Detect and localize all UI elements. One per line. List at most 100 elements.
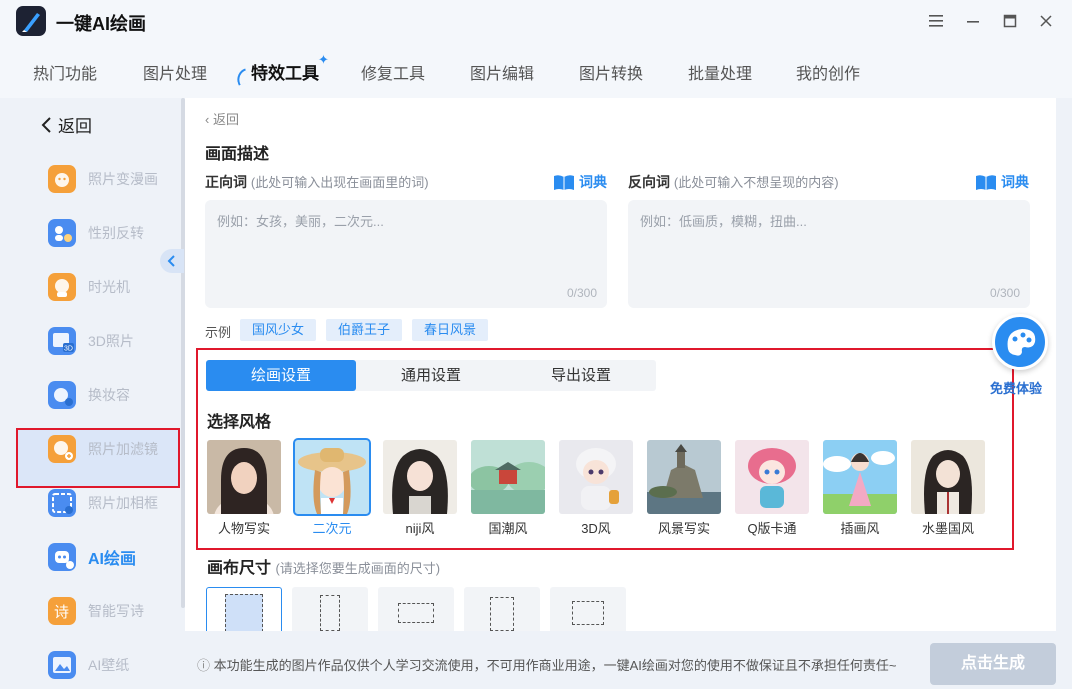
sidebar-item-frame[interactable]: 照片加相框	[48, 486, 178, 520]
chevron-left-icon	[41, 116, 51, 133]
tab-general-settings[interactable]: 通用设置	[356, 360, 506, 391]
maximize-icon[interactable]	[997, 8, 1023, 34]
sidebar-item-label: 智能写诗	[88, 603, 144, 619]
free-trial-label: 免费体验	[990, 381, 1043, 396]
examples-label: 示例	[205, 325, 232, 340]
style-option-3d[interactable]: 3D风	[559, 440, 633, 537]
app-title: 一键AI绘画	[56, 14, 146, 34]
sidebar-item-label: 照片加相框	[88, 495, 158, 511]
positive-prompt-input[interactable]: 例如：女孩，美丽，二次元... 0/300	[205, 200, 607, 308]
sparkle-icon: ✦	[318, 52, 329, 67]
canvas-title-text: 画布尺寸	[207, 560, 272, 577]
style-option-realistic[interactable]: 人物写实	[207, 440, 281, 537]
positive-dictionary-button[interactable]: 词典	[553, 172, 607, 192]
sidebar-collapse-button[interactable]	[160, 249, 184, 273]
landscape-alt-size-shape	[572, 601, 604, 625]
negative-dictionary-button[interactable]: 词典	[975, 172, 1029, 192]
style-label: 水墨国风	[921, 521, 974, 536]
nav-tab-my-creations[interactable]: 我的创作	[796, 60, 860, 84]
negative-prompt-label: 反向词 (此处可输入不想呈现的内容)	[628, 172, 839, 192]
nav-tab-image-processing[interactable]: 图片处理	[143, 60, 207, 84]
minimize-icon[interactable]	[960, 8, 986, 34]
main-nav: 热门功能 图片处理 特效工具 修复工具 图片编辑 图片转换 批量处理 我的创作	[0, 42, 1072, 98]
guochao-thumb	[471, 440, 545, 514]
chevron-left-icon	[167, 255, 175, 267]
book-icon	[976, 175, 996, 190]
menu-icon[interactable]	[923, 8, 949, 34]
svg-text:3D: 3D	[64, 346, 73, 353]
nav-tab-repair[interactable]: 修复工具	[361, 60, 425, 84]
negative-prompt-input[interactable]: 例如：低画质，模糊，扭曲... 0/300	[628, 200, 1030, 308]
sidebar-item-label: AI壁纸	[88, 657, 130, 673]
sidebar-item-label: AI绘画	[88, 551, 137, 568]
nav-tab-edit[interactable]: 图片编辑	[470, 60, 534, 84]
style-option-landscape[interactable]: 风景写实	[647, 440, 721, 537]
breadcrumb-back[interactable]: ‹ 返回	[205, 109, 239, 128]
style-option-anime[interactable]: 二次元	[293, 438, 371, 537]
style-label: niji风	[405, 521, 435, 536]
sidebar-item-label: 时光机	[88, 279, 130, 295]
anime-thumb	[293, 438, 371, 516]
frame-icon	[48, 489, 76, 517]
style-option-ink[interactable]: 水墨国风	[911, 440, 985, 537]
illustration-thumb	[823, 440, 897, 514]
sidebar-item-label: 照片变漫画	[88, 171, 158, 187]
book-icon	[554, 175, 574, 190]
sidebar-item-poem[interactable]: 诗 智能写诗	[48, 594, 178, 628]
style-label: 插画风	[840, 521, 880, 536]
nav-tab-batch[interactable]: 批量处理	[688, 60, 752, 84]
sidebar-item-wallpaper[interactable]: AI壁纸	[48, 648, 178, 682]
makeup-icon	[48, 381, 76, 409]
disclaimer-notice: ⓘ 本功能生成的图片作品仅供个人学习交流使用，不可用作商业用途，一键AI绘画对您…	[197, 655, 897, 674]
poem-icon: 诗	[48, 597, 76, 625]
canvas-size-title: 画布尺寸 (请选择您要生成画面的尺寸)	[207, 554, 440, 578]
square-size-shape	[225, 594, 263, 632]
canvas-size-option[interactable]	[378, 587, 454, 631]
dictionary-label: 词典	[579, 174, 607, 190]
app-logo-icon	[16, 6, 46, 36]
disclaimer-text: 本功能生成的图片作品仅供个人学习交流使用，不可用作商业用途，一键AI绘画对您的使…	[213, 658, 897, 673]
style-label: 3D风	[581, 521, 611, 536]
svg-text:诗: 诗	[54, 603, 69, 621]
nav-tab-effects[interactable]: 特效工具	[251, 59, 319, 84]
sidebar-item-photo-to-cartoon[interactable]: 照片变漫画	[48, 162, 178, 196]
style-option-niji[interactable]: niji风	[383, 440, 457, 537]
positive-prompt-label: 正向词 (此处可输入出现在画面里的词)	[205, 172, 429, 192]
sidebar-item-filter[interactable]: 照片加滤镜	[48, 432, 178, 466]
ink-thumb	[911, 440, 985, 514]
tab-export-settings[interactable]: 导出设置	[506, 360, 656, 391]
style-option-chibi[interactable]: Q版卡通	[735, 440, 809, 537]
sidebar-item-time-machine[interactable]: 时光机	[48, 270, 178, 304]
filter-icon	[48, 435, 76, 463]
nav-tab-convert[interactable]: 图片转换	[579, 60, 643, 84]
sidebar-item-makeup[interactable]: 换妆容	[48, 378, 178, 412]
sidebar-item-3d-photo[interactable]: 3D 3D照片	[48, 324, 178, 358]
canvas-size-option[interactable]	[464, 587, 540, 631]
generate-button[interactable]: 点击生成	[930, 643, 1056, 685]
sidebar-item-ai-painting[interactable]: AI绘画	[48, 540, 178, 574]
nav-tab-hot[interactable]: 热门功能	[33, 60, 97, 84]
free-trial-widget[interactable]: 免费体验	[990, 314, 1048, 396]
sidebar-back-button[interactable]: 返回	[40, 112, 92, 137]
style-option-illustration[interactable]: 插画风	[823, 440, 897, 537]
niji-thumb	[383, 440, 457, 514]
example-chip[interactable]: 伯爵王子	[326, 319, 403, 341]
tab-painting-settings[interactable]: 绘画设置	[206, 360, 356, 391]
sidebar-item-label: 换妆容	[88, 387, 130, 403]
canvas-size-option[interactable]	[206, 587, 282, 632]
sidebar-item-gender-swap[interactable]: 性别反转	[48, 216, 178, 250]
negative-placeholder: 例如：低画质，模糊，扭曲...	[640, 214, 807, 229]
negative-label: 反向词	[628, 174, 670, 190]
canvas-size-option[interactable]	[550, 587, 626, 631]
example-chip[interactable]: 国风少女	[240, 319, 317, 341]
style-label: 二次元	[312, 521, 352, 536]
canvas-size-hint: (请选择您要生成画面的尺寸)	[275, 561, 441, 576]
landscape-size-shape	[398, 603, 434, 623]
close-icon[interactable]	[1033, 8, 1059, 34]
canvas-size-option[interactable]	[292, 587, 368, 631]
sidebar-back-label: 返回	[58, 117, 92, 136]
style-option-guochao[interactable]: 国潮风	[471, 440, 545, 537]
3d-style-thumb	[559, 440, 633, 514]
portrait-size-shape	[320, 595, 340, 631]
example-chip[interactable]: 春日风景	[412, 319, 489, 341]
